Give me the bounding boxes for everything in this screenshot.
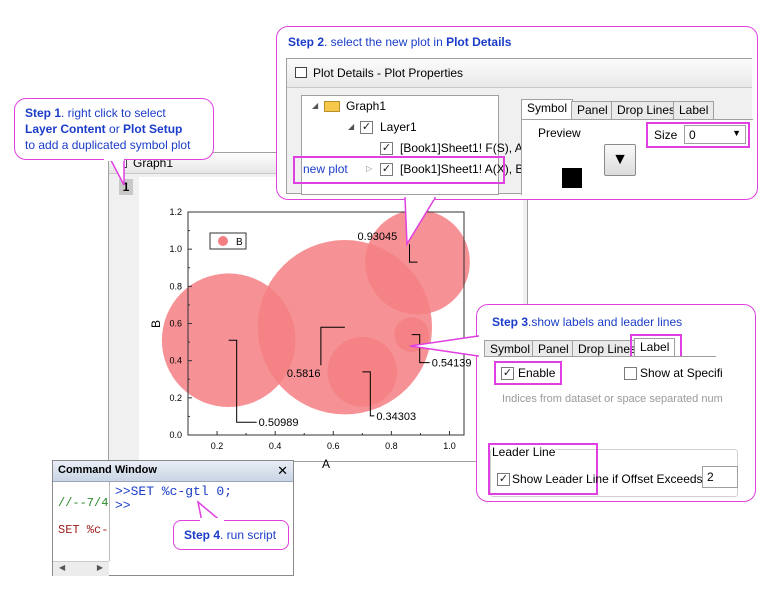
step2-bold1: Plot Details [446, 35, 512, 49]
size-value: 0 [689, 128, 696, 142]
show-leader-checkbox[interactable]: ✓ [497, 473, 510, 486]
plot1-checkbox[interactable]: ✓ [380, 142, 393, 155]
step1-mid: or [105, 122, 124, 136]
step3-text1: .show labels and leader lines [528, 315, 683, 329]
label-tab-content: ✓ Enable Show at Specifi Indices from da… [484, 356, 738, 497]
history-line-1[interactable]: //--7/4 [58, 496, 108, 510]
tab-symbol[interactable]: Symbol [521, 99, 574, 119]
step3-prefix: Step 3 [492, 315, 529, 329]
expand-layer-icon[interactable]: ◢ [348, 122, 354, 131]
step2-text: Step 2. select the new plot in Plot Deta… [288, 35, 511, 49]
y-tick-label: 1.2 [169, 207, 182, 217]
step4-pointer-mask [200, 518, 224, 522]
folder-icon [324, 101, 340, 112]
leader-line-highlight [488, 443, 598, 495]
close-icon[interactable]: ✕ [277, 463, 288, 479]
offset-value: 2 [707, 470, 714, 484]
x-tick-label: 1.0 [443, 441, 456, 451]
symbol-gallery-button[interactable]: ▼ [604, 144, 636, 176]
command-window-title: Command Window [58, 464, 157, 476]
plot-details-dialog: Plot Details - Plot Properties ◢ Graph1 … [286, 58, 753, 195]
triangle-down-icon: ▼ [612, 151, 628, 168]
new-plot-label: new plot [303, 162, 348, 176]
x-tick-label: 0.8 [385, 441, 398, 451]
show-leader-label: Show Leader Line if Offset Exceeds (%) [512, 472, 725, 486]
tab-panel: Symbol Panel Drop Lines Label Preview ▼ … [521, 99, 753, 195]
dialog-icon [295, 67, 307, 78]
command-window: Command Window ✕ //--7/4 SET %c- ◀ ▶ >>S… [52, 460, 294, 576]
step4-callout: Step 4. run script [173, 520, 289, 550]
layer-checkbox[interactable]: ✓ [360, 121, 373, 134]
step1-text1: . right click to select [61, 106, 166, 120]
tab-drop-lines[interactable]: Drop Lines [611, 101, 682, 119]
show-at-label: Show at Specifi [640, 366, 723, 380]
tab-content: Preview ▼ Size 0 ▼ [521, 119, 753, 195]
chevron-down-icon: ▼ [732, 128, 741, 138]
history-scrollbar[interactable]: ◀ ▶ [53, 561, 109, 576]
expand-graph-icon[interactable]: ◢ [312, 101, 318, 110]
command-window-titlebar[interactable]: Command Window ✕ [53, 461, 293, 482]
indices-label: Indices from dataset or space separated … [502, 393, 723, 405]
step1-pointer-mask [104, 157, 124, 161]
step1-bold2: Plot Setup [123, 122, 183, 136]
y-tick-label: 1.0 [169, 244, 182, 254]
show-at-checkbox[interactable] [624, 367, 637, 380]
enable-checkbox[interactable]: ✓ [501, 367, 514, 380]
step3-pointer [409, 335, 480, 357]
x-axis-label: A [322, 457, 330, 471]
label-tab-highlight [630, 334, 682, 358]
y-tick-label: 0.8 [169, 281, 182, 291]
x-tick-label: 0.4 [269, 441, 282, 451]
step1-bold1: Layer Content [25, 122, 106, 136]
plot-details-title: Plot Details - Plot Properties [313, 66, 464, 80]
x-tick-label: 0.6 [327, 441, 340, 451]
data-label[interactable]: 0.34303 [376, 411, 416, 423]
symbol-preview [562, 168, 582, 188]
step4-text1: . run script [220, 528, 277, 542]
y-tick-label: 0.0 [169, 430, 182, 440]
scroll-left-icon[interactable]: ◀ [59, 563, 65, 572]
data-label[interactable]: 0.50989 [259, 417, 299, 429]
scroll-right-icon[interactable]: ▶ [97, 563, 103, 572]
step4-prefix: Step 4 [184, 528, 221, 542]
label-tab-panel: Symbol Panel Drop Lines Label ✓ Enable S… [484, 334, 738, 497]
step1-callout: Step 1. right click to select Layer Cont… [14, 98, 214, 160]
step1-prefix: Step 1 [25, 106, 62, 120]
size-label: Size [654, 128, 678, 142]
tree-graph-label[interactable]: Graph1 [346, 99, 386, 113]
x-tick-label: 0.2 [211, 441, 224, 451]
history-pane: //--7/4 SET %c- [53, 482, 110, 561]
history-line-2[interactable]: SET %c- [58, 523, 108, 537]
legend-label: B [236, 237, 243, 248]
tab-panel-tab[interactable]: Panel [571, 101, 614, 119]
tab-label[interactable]: Label [673, 101, 715, 119]
y-tick-label: 0.2 [169, 393, 182, 403]
preview-label: Preview [538, 126, 581, 140]
step2-pointer [404, 196, 437, 247]
legend: B [209, 232, 247, 250]
command-line-1: >>SET %c-gtl 0; [115, 484, 233, 499]
data-label[interactable]: 0.5816 [287, 368, 321, 380]
step1-text2: to add a duplicated symbol plot [25, 138, 191, 152]
command-line-2: >> [115, 498, 131, 513]
tree-layer-label[interactable]: Layer1 [380, 120, 417, 134]
size-select[interactable]: 0 ▼ [684, 125, 746, 144]
offset-input[interactable]: 2 [702, 466, 738, 488]
y-tick-label: 0.4 [169, 356, 182, 366]
plot-details-titlebar[interactable]: Plot Details - Plot Properties [287, 59, 752, 88]
step3-text: Step 3.show labels and leader lines [492, 315, 682, 329]
step2-prefix: Step 2 [288, 35, 325, 49]
enable-label: Enable [518, 366, 556, 380]
legend-symbol [218, 236, 228, 246]
tree-plot1-label[interactable]: [Book1]Sheet1! F(S), A [400, 141, 523, 155]
data-label[interactable]: 0.93045 [358, 231, 398, 243]
y-tick-label: 0.6 [169, 319, 182, 329]
step2-text1: . select the new plot in [324, 35, 447, 49]
y-axis-label: B [149, 320, 163, 328]
